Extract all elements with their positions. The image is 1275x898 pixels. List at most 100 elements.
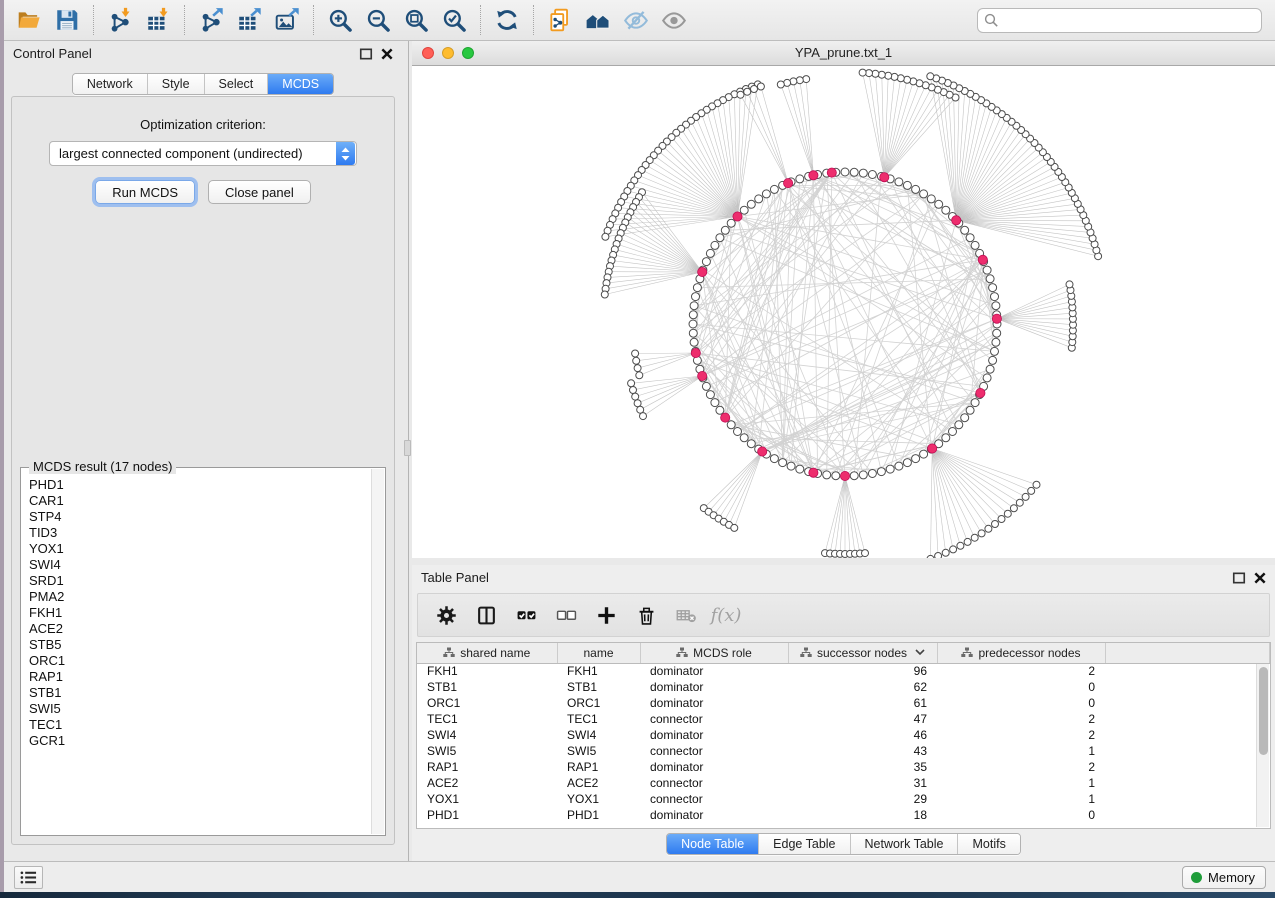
mcds-result-item[interactable]: STB1: [29, 685, 371, 701]
network-canvas[interactable]: [412, 66, 1275, 558]
table-cell[interactable]: 61: [788, 695, 937, 711]
table-cell[interactable]: dominator: [640, 663, 788, 679]
table-cell[interactable]: PHD1: [417, 807, 557, 823]
table-cell[interactable]: 2: [937, 711, 1105, 727]
tab-select[interactable]: Select: [205, 74, 269, 94]
table-cell[interactable]: ACE2: [417, 775, 557, 791]
table-cell[interactable]: 0: [937, 695, 1105, 711]
mcds-result-item[interactable]: FKH1: [29, 605, 371, 621]
mcds-result-item[interactable]: SWI5: [29, 701, 371, 717]
mcds-result-item[interactable]: YOX1: [29, 541, 371, 557]
table-settings-icon[interactable]: [428, 597, 464, 633]
table-row[interactable]: SWI4SWI4dominator462: [417, 727, 1270, 743]
table-row[interactable]: RAP1RAP1dominator352: [417, 759, 1270, 775]
panel-splitter[interactable]: [402, 41, 412, 861]
mcds-result-item[interactable]: SWI4: [29, 557, 371, 573]
mcds-result-item[interactable]: ORC1: [29, 653, 371, 669]
network-window-titlebar[interactable]: YPA_prune.txt_1: [412, 41, 1275, 66]
mcds-result-item[interactable]: RAP1: [29, 669, 371, 685]
table-row[interactable]: STB1STB1dominator620: [417, 679, 1270, 695]
table-cell[interactable]: 46: [788, 727, 937, 743]
export-network-button[interactable]: [192, 3, 230, 37]
save-session-button[interactable]: [48, 3, 86, 37]
zoom-fit-button[interactable]: [397, 3, 435, 37]
column-header-successor-nodes[interactable]: successor nodes: [788, 643, 937, 663]
tab-style[interactable]: Style: [148, 74, 205, 94]
table-cell[interactable]: 18: [788, 807, 937, 823]
tab-mcds[interactable]: MCDS: [268, 74, 333, 94]
table-cell[interactable]: dominator: [640, 727, 788, 743]
table-cell[interactable]: 47: [788, 711, 937, 727]
table-cell[interactable]: connector: [640, 711, 788, 727]
add-column-icon[interactable]: [588, 597, 624, 633]
mcds-result-item[interactable]: PHD1: [29, 477, 371, 493]
select-all-icon[interactable]: [508, 597, 544, 633]
close-panel-icon[interactable]: [380, 47, 394, 61]
export-image-button[interactable]: [268, 3, 306, 37]
table-row[interactable]: YOX1YOX1connector291: [417, 791, 1270, 807]
mcds-result-item[interactable]: CAR1: [29, 493, 371, 509]
deselect-all-icon[interactable]: [548, 597, 584, 633]
table-cell[interactable]: 2: [937, 727, 1105, 743]
import-table-button[interactable]: [139, 3, 177, 37]
table-cell[interactable]: 1: [937, 775, 1105, 791]
table-cell[interactable]: 0: [937, 807, 1105, 823]
tab-network[interactable]: Network: [73, 74, 148, 94]
table-cell[interactable]: TEC1: [557, 711, 640, 727]
mcds-result-item[interactable]: SRD1: [29, 573, 371, 589]
table-cell[interactable]: 2: [937, 663, 1105, 679]
import-network-button[interactable]: [101, 3, 139, 37]
delete-column-icon[interactable]: [628, 597, 664, 633]
table-scrollbar-thumb[interactable]: [1259, 667, 1268, 755]
mcds-list-scrollbar[interactable]: [371, 469, 384, 834]
table-cell[interactable]: SWI5: [557, 743, 640, 759]
table-cell[interactable]: STB1: [417, 679, 557, 695]
table-row[interactable]: FKH1FKH1dominator962: [417, 663, 1270, 679]
table-cell[interactable]: 35: [788, 759, 937, 775]
mcds-result-item[interactable]: TEC1: [29, 717, 371, 733]
table-cell[interactable]: ORC1: [557, 695, 640, 711]
tab-edge-table[interactable]: Edge Table: [759, 834, 850, 854]
optimization-criterion-select[interactable]: largest connected component (undirected): [49, 141, 357, 166]
tab-motifs[interactable]: Motifs: [958, 834, 1019, 854]
table-cell[interactable]: 0: [937, 679, 1105, 695]
table-cell[interactable]: STB1: [557, 679, 640, 695]
task-history-button[interactable]: [14, 866, 43, 889]
show-columns-icon[interactable]: [468, 597, 504, 633]
duplicate-network-button[interactable]: [541, 3, 579, 37]
tab-node-table[interactable]: Node Table: [667, 834, 759, 854]
mcds-result-item[interactable]: PMA2: [29, 589, 371, 605]
mcds-result-item[interactable]: STB5: [29, 637, 371, 653]
table-cell[interactable]: 1: [937, 791, 1105, 807]
column-header-mcds-role[interactable]: MCDS role: [640, 643, 788, 663]
table-cell[interactable]: PHD1: [557, 807, 640, 823]
table-cell[interactable]: SWI5: [417, 743, 557, 759]
table-cell[interactable]: dominator: [640, 679, 788, 695]
mcds-result-item[interactable]: TID3: [29, 525, 371, 541]
table-row[interactable]: SWI5SWI5connector431: [417, 743, 1270, 759]
table-cell[interactable]: RAP1: [417, 759, 557, 775]
table-cell[interactable]: 62: [788, 679, 937, 695]
table-row[interactable]: PHD1PHD1dominator180: [417, 807, 1270, 823]
table-cell[interactable]: 96: [788, 663, 937, 679]
table-cell[interactable]: RAP1: [557, 759, 640, 775]
table-row[interactable]: ACE2ACE2connector311: [417, 775, 1270, 791]
table-cell[interactable]: 31: [788, 775, 937, 791]
splitter-grip[interactable]: [404, 440, 411, 456]
table-cell[interactable]: connector: [640, 743, 788, 759]
table-cell[interactable]: YOX1: [557, 791, 640, 807]
close-table-panel-icon[interactable]: [1253, 571, 1267, 585]
open-file-button[interactable]: [10, 3, 48, 37]
table-cell[interactable]: 43: [788, 743, 937, 759]
table-cell[interactable]: 2: [937, 759, 1105, 775]
table-cell[interactable]: ACE2: [557, 775, 640, 791]
table-cell[interactable]: SWI4: [557, 727, 640, 743]
mcds-result-item[interactable]: GCR1: [29, 733, 371, 749]
column-header-shared-name[interactable]: shared name: [417, 643, 557, 663]
zoom-in-button[interactable]: [321, 3, 359, 37]
float-table-panel-icon[interactable]: [1232, 571, 1246, 585]
table-cell[interactable]: dominator: [640, 695, 788, 711]
table-cell[interactable]: FKH1: [417, 663, 557, 679]
table-cell[interactable]: connector: [640, 791, 788, 807]
mcds-result-list[interactable]: PHD1CAR1STP4TID3YOX1SWI4SRD1PMA2FKH1ACE2…: [22, 469, 371, 834]
